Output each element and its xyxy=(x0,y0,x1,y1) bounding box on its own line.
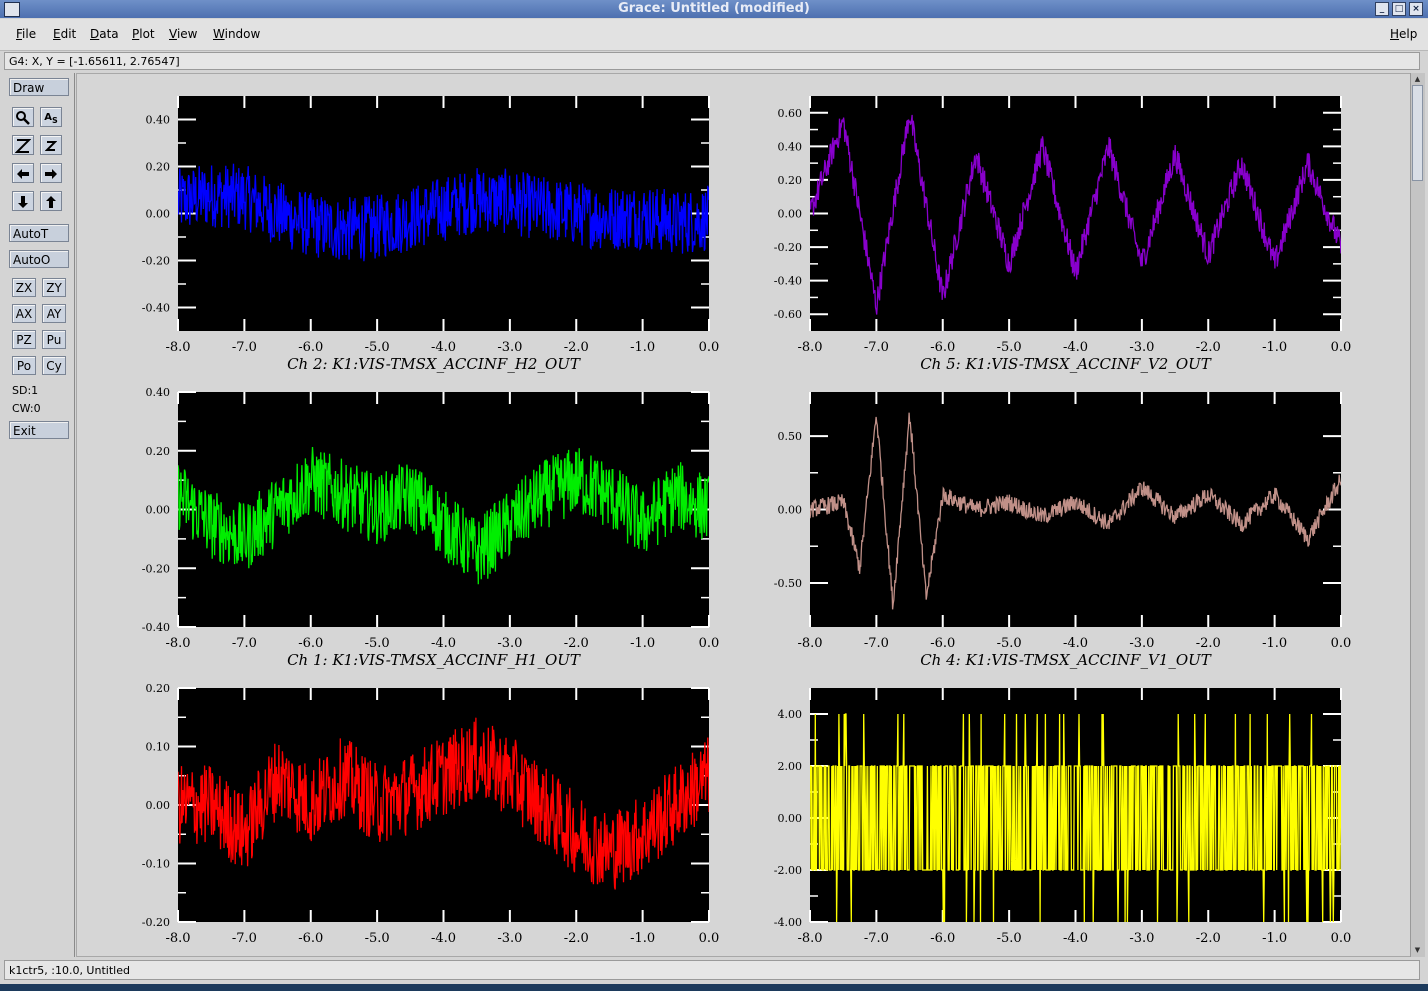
scroll-down-icon[interactable]: ▼ xyxy=(1412,945,1423,955)
coordinate-readout: G4: X, Y = [-1.65611, 2.76547] xyxy=(4,52,1420,70)
window-title: Grace: Untitled (modified) xyxy=(618,1,810,16)
maximize-button[interactable]: □ xyxy=(1392,2,1406,16)
pu-button[interactable]: Pu xyxy=(42,330,66,349)
po-button[interactable]: Po xyxy=(12,356,36,375)
sd-status: SD:1 xyxy=(12,384,39,397)
autot-button[interactable]: AutoT xyxy=(9,224,69,242)
arrow-left-icon[interactable] xyxy=(12,163,34,183)
scroll-thumb[interactable] xyxy=(1412,85,1423,181)
ay-button[interactable]: AY xyxy=(42,304,66,323)
arrow-right-icon[interactable] xyxy=(40,163,62,183)
window-titlebar[interactable]: Grace: Untitled (modified) _ □ × xyxy=(0,0,1428,18)
draw-button[interactable]: Draw xyxy=(9,78,69,96)
desktop-strip xyxy=(0,984,1428,991)
menu-view[interactable]: View xyxy=(169,27,197,41)
autoscale-icon[interactable]: AS xyxy=(40,107,62,127)
minimize-button[interactable]: _ xyxy=(1375,2,1389,16)
menu-data[interactable]: Data xyxy=(90,27,119,41)
menu-edit[interactable]: Edit xyxy=(53,27,76,41)
close-button[interactable]: × xyxy=(1409,2,1423,16)
menu-window[interactable]: Window xyxy=(213,27,260,41)
status-bar: k1ctr5, :10.0, Untitled xyxy=(4,960,1420,980)
magnifier-icon[interactable] xyxy=(12,107,34,127)
menu-help[interactable]: Help xyxy=(1390,27,1417,41)
autoo-button[interactable]: AutoO xyxy=(9,250,69,268)
ax-button[interactable]: AX xyxy=(12,304,36,323)
menu-file[interactable]: File xyxy=(16,27,36,41)
plot-canvas[interactable] xyxy=(76,73,1420,957)
cy-button[interactable]: Cy xyxy=(42,356,66,375)
exit-button[interactable]: Exit xyxy=(9,421,69,439)
arrow-down-icon[interactable] xyxy=(12,191,34,211)
scroll-up-icon[interactable]: ▲ xyxy=(1412,74,1423,84)
zx-button[interactable]: ZX xyxy=(12,278,36,297)
pz-button[interactable]: PZ xyxy=(12,330,36,349)
menu-plot[interactable]: Plot xyxy=(132,27,155,41)
zoom-in-icon[interactable] xyxy=(12,135,34,155)
vertical-scrollbar[interactable]: ▲ ▼ xyxy=(1410,73,1425,957)
menubar: File Edit Data Plot View Window Help xyxy=(0,19,1428,51)
arrow-up-icon[interactable] xyxy=(40,191,62,211)
tool-panel: Draw AS AutoT AutoO ZX ZY AX AY PZ Pu Po… xyxy=(4,73,75,957)
cw-status: CW:0 xyxy=(12,402,41,415)
zoom-out-icon[interactable] xyxy=(40,135,62,155)
zy-button[interactable]: ZY xyxy=(42,278,66,297)
